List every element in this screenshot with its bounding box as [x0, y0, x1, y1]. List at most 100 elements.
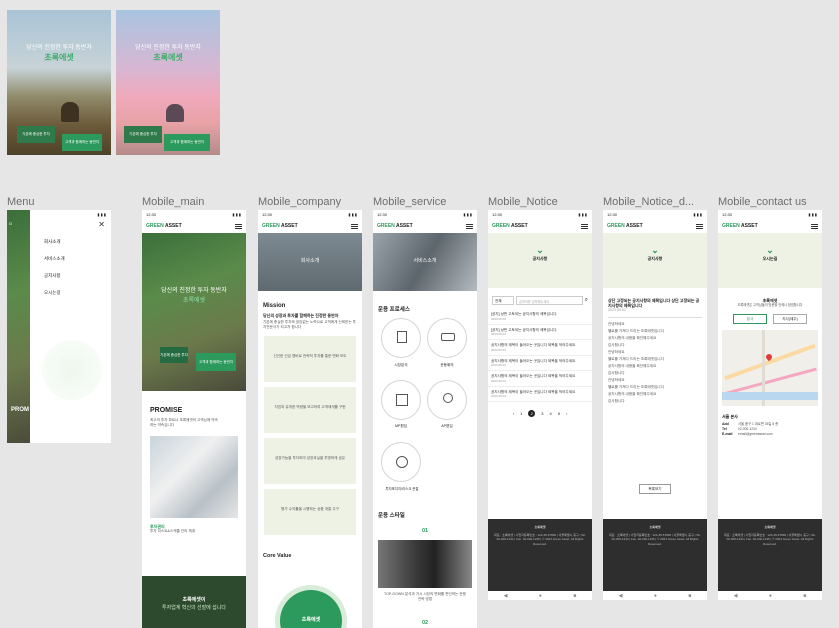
poster-btn-1[interactable]: 기존에 중심한 투자 — [124, 126, 162, 143]
android-navbar: ◀ ● ■ — [603, 591, 707, 600]
list-item[interactable]: [공지] 상판 고토되는 공지사항의 제목입니다. 2023.05.02 — [488, 325, 592, 340]
poster-headline: 당신의 진정한 투자 동반자 — [135, 45, 201, 51]
logo[interactable]: GREEN ASSET — [492, 223, 528, 229]
home-icon[interactable]: ● — [769, 593, 772, 599]
list-item[interactable]: 공지사항의 제목이 들어오는 곳입니다 제목을 적어주세요 2023.05.02 — [488, 387, 592, 402]
card-text: 투자 리스트&스케줄 관리 체계 — [150, 529, 196, 533]
style-title: 운용 스타일 — [378, 513, 405, 519]
mission-card: 지업과 유개한 역량을 보고하여 고객에게를 구현 — [264, 387, 356, 433]
branch-button[interactable]: 지사(제주) — [773, 314, 807, 324]
frame-label-menu: Menu — [7, 196, 35, 208]
category-select[interactable]: 전체 — [492, 296, 514, 305]
frame-label-company: Mobile_company — [258, 196, 342, 208]
notice-hero: ⌄ 공지사항 — [488, 233, 592, 288]
recent-icon[interactable]: ■ — [803, 593, 806, 599]
frame-label-notice: Mobile_Notice — [488, 196, 558, 208]
search-icon[interactable]: ⌕ — [585, 297, 588, 304]
recent-icon[interactable]: ■ — [573, 593, 576, 599]
menu-icon[interactable] — [811, 223, 818, 229]
page-link[interactable]: 4 — [550, 411, 552, 416]
process-step — [427, 380, 467, 420]
list-item[interactable]: 공지사항의 제목이 들어오는 곳입니다 제목을 적어주세요 2023.05.02 — [488, 371, 592, 387]
back-icon[interactable]: ◀ — [734, 593, 738, 599]
notice-detail-frame: 12:30 ▮▮▮ GREEN ASSET ⌄ 공지사항 상단 고정되는 공지사항… — [603, 210, 707, 600]
android-navbar: ◀ ● ■ — [718, 591, 822, 600]
page-link-active[interactable]: 2 — [528, 410, 536, 417]
logo[interactable]: GREEN ASSET — [146, 223, 182, 229]
menu-icon[interactable] — [351, 223, 358, 229]
home-icon[interactable]: ● — [539, 593, 542, 599]
mission-line: 당신의 성장과 투자를 함께하는 진정한 동반자 — [263, 313, 339, 318]
process-step — [381, 380, 421, 420]
hero-line-1: 당신의 진정한 투자 동반자 — [161, 288, 227, 294]
main-bottom-banner: 초록에셋이 투자업계 혁신의 선발에 섭니다 — [142, 576, 246, 628]
document-icon — [397, 331, 407, 343]
poster-2: 당신의 진정한 투자 동반자 초록에셋 기존에 중심한 투자 고객과 함께하는 … — [116, 10, 220, 155]
mission-card: 성장가능을 투자하여 성장과실을 투명하게 공유 — [264, 438, 356, 484]
list-item[interactable]: 공지사항의 제목이 들어오는 곳입니다 제목을 적어주세요 2023.05.02 — [488, 356, 592, 371]
home-icon[interactable]: ● — [654, 593, 657, 599]
clover-watermark — [42, 340, 102, 400]
pagination: ‹ 1 2 3 4 5 › — [488, 410, 592, 417]
main-frame: 12:30 ▮▮▮ GREEN ASSET 당신의 진정한 투자 동반자 초록에셋… — [142, 210, 246, 628]
menu-panel: ▮▮▮ ✕ 회사소개 서비스소개 공지사항 오시는길 — [30, 210, 111, 443]
back-icon[interactable]: ◀ — [619, 593, 623, 599]
mission-card: 평가 수익률을 시행하는 상품 개발 주구 — [264, 489, 356, 535]
page-link[interactable]: 3 — [541, 411, 543, 416]
menu-item-service[interactable]: 서비스소개 — [44, 256, 111, 273]
close-icon[interactable]: ✕ — [98, 220, 105, 229]
list-item[interactable]: 공지사항의 제목이 들어오는 곳입니다 제목을 적어주세요 2023.05.02 — [488, 340, 592, 356]
menu-item-company[interactable]: 회사소개 — [44, 239, 111, 256]
company-hero: 회사소개 — [258, 233, 362, 291]
menu-bg-logo: G — [9, 221, 13, 226]
mission-title: Mission — [263, 303, 286, 309]
process-step — [381, 318, 421, 358]
list-item[interactable]: [공지] 상판 고토되는 공지사항의 제목입니다. 2023.05.02 — [488, 309, 592, 325]
chevron-down-icon: ⌄ — [766, 245, 774, 255]
coin-icon — [396, 456, 408, 468]
menu-icon[interactable] — [581, 223, 588, 229]
logo[interactable]: GREEN ASSET — [377, 223, 413, 229]
back-icon[interactable]: ◀ — [504, 593, 508, 599]
transfer-icon — [396, 394, 408, 406]
menu-icon[interactable] — [235, 223, 242, 229]
page-link[interactable]: 5 — [558, 411, 560, 416]
company-frame: 12:30 ▮▮▮ GREEN ASSET 회사소개 Mission 당신의 성장… — [258, 210, 362, 628]
mission-text: 기본에 충실한 투자와 끊임없는 노력으로 고객에게 신뢰받는 투자전문사가 되… — [263, 320, 356, 329]
chevron-down-icon: ⌄ — [536, 245, 544, 255]
contact-hero: ⌄ 오시는길 — [718, 233, 822, 288]
menu-item-contact[interactable]: 오시는길 — [44, 290, 111, 307]
next-page-icon[interactable]: › — [566, 411, 567, 416]
hq-button[interactable]: 본사 — [733, 314, 767, 324]
list-button[interactable]: 목록보기 — [639, 484, 671, 494]
hero-btn-1[interactable]: 기존에 중심한 투자 — [160, 347, 188, 363]
menu-item-notice[interactable]: 공지사항 — [44, 273, 111, 290]
poster-headline: 당신의 진정한 투자 동반자 — [26, 45, 92, 51]
main-hero: 당신의 진정한 투자 동반자 초록에셋 기존에 중심한 투자 고객과 함께하는 … — [142, 233, 246, 391]
notice-frame: 12:30 ▮▮▮ GREEN ASSET ⌄ 공지사항 전체 검색어를 입력해주… — [488, 210, 592, 600]
frame-label-service: Mobile_service — [373, 196, 447, 208]
page-link[interactable]: 1 — [520, 411, 522, 416]
map[interactable] — [722, 330, 818, 406]
core-circle: 초록에셋 — [280, 590, 342, 628]
menu-icon[interactable] — [466, 223, 473, 229]
logo[interactable]: GREEN ASSET — [722, 223, 758, 229]
logo[interactable]: GREEN ASSET — [607, 223, 643, 229]
menu-icon[interactable] — [696, 223, 703, 229]
style-image — [378, 540, 472, 588]
prev-page-icon[interactable]: ‹ — [513, 411, 514, 416]
hero-btn-2[interactable]: 고객과 함께하는 동반자 — [196, 353, 236, 371]
service-frame: 12:30 ▮▮▮ GREEN ASSET 서비스소개 운용 프로세스 시장분석 … — [373, 210, 477, 628]
recent-icon[interactable]: ■ — [688, 593, 691, 599]
poster-btn-2[interactable]: 고객과 함께하는 동반자 — [164, 134, 210, 151]
contact-frame: 12:30 ▮▮▮ GREEN ASSET ⌄ 오시는길 초록에셋 초록에셋은 고… — [718, 210, 822, 600]
search-input[interactable]: 검색어를 입력해주세요 — [516, 296, 583, 305]
detail-date: 2023.05.02 — [608, 308, 626, 312]
poster-btn-2[interactable]: 고객과 함께하는 동반자 — [62, 134, 102, 151]
branch-title: 서울 본사 — [722, 414, 738, 419]
service-hero: 서비스소개 — [373, 233, 477, 291]
poster-people — [166, 104, 184, 122]
logo[interactable]: GREEN ASSET — [262, 223, 298, 229]
frame-label-main: Mobile_main — [142, 196, 205, 208]
poster-btn-1[interactable]: 기존에 중심한 투자 — [17, 126, 55, 143]
